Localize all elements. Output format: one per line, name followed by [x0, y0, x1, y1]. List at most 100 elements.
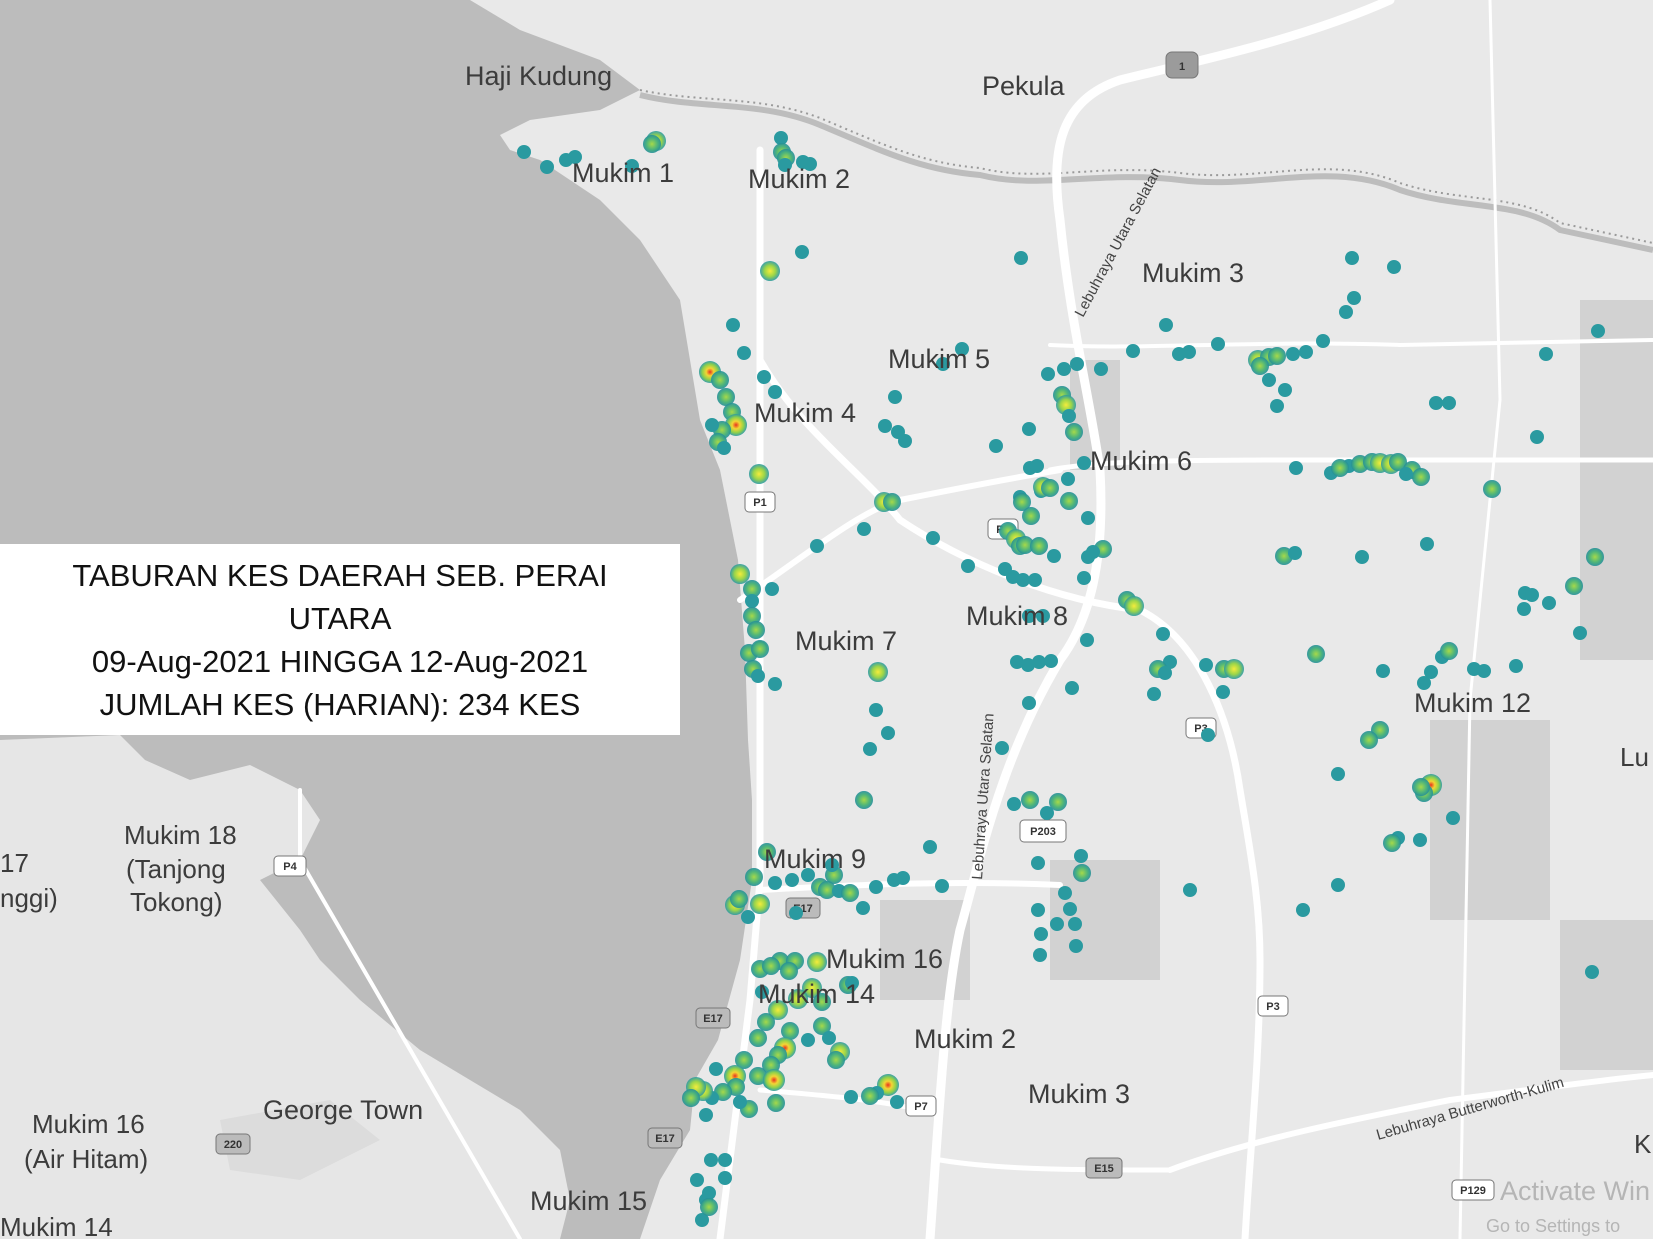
case-point — [1420, 537, 1434, 551]
case-point — [1383, 834, 1401, 852]
case-point — [1077, 456, 1091, 470]
case-point — [998, 562, 1012, 576]
case-point — [726, 318, 740, 332]
case-point — [704, 1153, 718, 1167]
case-point — [1080, 633, 1094, 647]
case-point — [757, 370, 771, 384]
case-point — [1077, 571, 1091, 585]
case-point — [717, 441, 731, 455]
case-point — [989, 439, 1003, 453]
case-point — [1573, 626, 1587, 640]
case-point — [1041, 479, 1059, 497]
case-point — [1413, 833, 1427, 847]
svg-text:P1: P1 — [753, 497, 766, 509]
case-point — [690, 1173, 704, 1187]
label-mukim9: Mukim 9 — [764, 844, 866, 874]
case-point — [1539, 347, 1553, 361]
case-point — [1032, 655, 1046, 669]
case-point — [1339, 305, 1353, 319]
shield-p129: P129 — [1451, 1179, 1495, 1201]
case-point — [878, 419, 892, 433]
svg-text:E17: E17 — [703, 1013, 723, 1025]
case-point — [705, 418, 719, 432]
case-point — [1022, 422, 1036, 436]
case-point — [765, 582, 779, 596]
shield-p4: P4 — [273, 855, 307, 877]
case-point — [1014, 251, 1028, 265]
case-point — [795, 245, 809, 259]
shield-p1: P1 — [744, 491, 776, 513]
case-point — [827, 1051, 845, 1069]
svg-text:P129: P129 — [1460, 1185, 1486, 1197]
case-point — [733, 1095, 747, 1109]
case-point — [1262, 373, 1276, 387]
case-point — [1467, 662, 1481, 676]
case-point — [1216, 685, 1230, 699]
svg-text:P4: P4 — [283, 861, 297, 873]
shield-e17b: E17 — [695, 1007, 731, 1029]
label-mukim16-ah: Mukim 16 — [32, 1109, 145, 1139]
svg-text:E17: E17 — [655, 1133, 675, 1145]
watermark-line1: Activate Win — [1500, 1176, 1650, 1206]
case-point — [1022, 696, 1036, 710]
case-point — [745, 868, 763, 886]
svg-text:P3: P3 — [1266, 1001, 1279, 1013]
case-point — [1156, 627, 1170, 641]
label-mukim15: Mukim 15 — [530, 1186, 647, 1216]
case-point — [1058, 886, 1072, 900]
case-point — [1044, 654, 1058, 668]
case-point — [1057, 362, 1071, 376]
case-point — [749, 1029, 767, 1047]
case-point — [1509, 659, 1523, 673]
case-point — [730, 890, 748, 908]
shield-e17c: E17 — [647, 1127, 683, 1149]
title-line-2: UTARA — [288, 600, 392, 636]
case-point — [896, 871, 910, 885]
case-point — [1387, 260, 1401, 274]
case-point — [881, 726, 895, 740]
case-point — [1126, 344, 1140, 358]
case-point — [1591, 324, 1605, 338]
label-edge-nggi: nggi) — [0, 883, 58, 913]
title-box: TABURAN KES DAERAH SEB. PERAI UTARA 09-A… — [0, 544, 680, 735]
label-mukim5: Mukim 5 — [888, 344, 990, 374]
label-mukim14-west: Mukim 14 — [0, 1212, 113, 1239]
case-point — [774, 131, 788, 145]
case-point — [1028, 573, 1042, 587]
case-point — [1542, 596, 1556, 610]
case-point — [1021, 791, 1039, 809]
label-mukim3-south: Mukim 3 — [1028, 1079, 1130, 1109]
case-point — [807, 952, 827, 972]
case-point — [1412, 778, 1430, 796]
case-point — [540, 160, 554, 174]
case-point — [711, 371, 729, 389]
svg-text:E15: E15 — [1094, 1163, 1114, 1175]
case-point — [745, 594, 759, 608]
shield-220: 220 — [215, 1133, 251, 1155]
case-point — [1517, 602, 1531, 616]
case-point — [1124, 596, 1144, 616]
case-point — [810, 539, 824, 553]
case-point — [869, 703, 883, 717]
case-point — [841, 884, 859, 902]
case-point — [1159, 318, 1173, 332]
case-point — [768, 876, 782, 890]
case-point — [768, 385, 782, 399]
svg-text:220: 220 — [224, 1139, 242, 1151]
label-mukim14: Mukim 14 — [758, 979, 875, 1009]
case-point — [1429, 396, 1443, 410]
case-point — [1158, 666, 1172, 680]
case-point — [856, 901, 870, 915]
case-point — [1033, 948, 1047, 962]
shield-p203: P203 — [1019, 819, 1067, 843]
case-point — [868, 662, 888, 682]
case-point — [855, 791, 873, 809]
case-point — [1299, 345, 1313, 359]
case-point — [718, 1153, 732, 1167]
case-point — [1031, 856, 1045, 870]
case-point — [762, 957, 780, 975]
case-point — [861, 1087, 879, 1105]
case-point — [1069, 939, 1083, 953]
case-point — [1345, 251, 1359, 265]
case-point — [1065, 681, 1079, 695]
